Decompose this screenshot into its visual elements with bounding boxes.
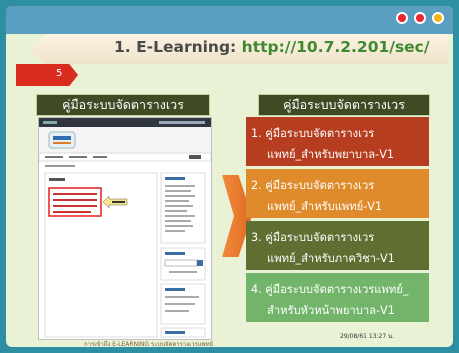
manual-item-4[interactable]: 4. คู่มือระบบจัดตารางเวรแพทย์_ สำหรับหัว…: [246, 273, 429, 322]
title-prefix: 1. E-Learning:: [114, 38, 242, 56]
manual-item-3[interactable]: 3. คู่มือระบบจัดตารางเวร แพทย์_สำหรับภาค…: [246, 221, 429, 270]
manual-item-3-line2: แพทย์_สำหรับภาควิชา-V1: [267, 252, 395, 265]
window-dot-1[interactable]: [396, 12, 408, 24]
manual-item-2-line2: แพทย์_สำหรับแพทย์-V1: [267, 200, 383, 213]
manual-item-4-line2: สำหรับหัวหน้าพยาบาล-V1: [267, 304, 395, 317]
manual-item-1-line2: แพทย์_สำหรับพยาบาล-V1: [267, 148, 394, 161]
date-stamp: 29/08/61 13:27 น.: [340, 333, 395, 340]
manual-list: 1. คู่มือระบบจัดตารางเวร แพทย์_สำหรับพยา…: [246, 117, 429, 325]
elearning-screenshot: [38, 117, 212, 340]
manual-item-4-line1: 4. คู่มือระบบจัดตารางเวรแพทย์_: [251, 283, 409, 296]
window-dot-3[interactable]: [432, 12, 444, 24]
manual-item-2-line1: 2. คู่มือระบบจัดตารางเวร: [251, 179, 375, 192]
title-url[interactable]: http://10.7.2.201/sec/: [242, 38, 430, 56]
right-section-label: คู่มือระบบจัดตารางเวร: [258, 94, 430, 116]
manual-item-1-line1: 1. คู่มือระบบจัดตารางเวร: [251, 127, 375, 140]
manual-item-3-line1: 3. คู่มือระบบจัดตารางเวร: [251, 231, 375, 244]
title-bar: [6, 6, 453, 34]
footer-text: การเข้าถึง E-LEARNING ระบบจัดตารางเวรแพท…: [84, 341, 214, 348]
elearning-screenshot-image: [38, 118, 212, 338]
slide-number-tab: [16, 64, 78, 86]
manual-item-2[interactable]: 2. คู่มือระบบจัดตารางเวร แพทย์_สำหรับแพท…: [246, 169, 429, 218]
slide-title: 1. E-Learning: http://10.7.2.201/sec/: [114, 38, 430, 56]
window-dot-2[interactable]: [414, 12, 426, 24]
manual-item-1[interactable]: 1. คู่มือระบบจัดตารางเวร แพทย์_สำหรับพยา…: [246, 117, 429, 166]
slide-number: 5: [56, 68, 63, 79]
left-section-label: คู่มือระบบจัดตารางเวร: [36, 94, 210, 116]
